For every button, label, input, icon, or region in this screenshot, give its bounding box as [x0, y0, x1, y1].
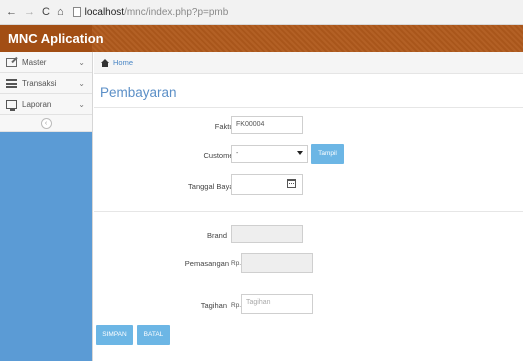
home-icon — [100, 58, 110, 67]
brand-input[interactable] — [231, 225, 303, 243]
chevron-down-icon: ⌄ — [78, 79, 85, 88]
page-icon — [72, 7, 81, 17]
pemasangan-input[interactable] — [241, 253, 313, 273]
batal-button[interactable]: BATAL — [137, 325, 170, 345]
sidebar-item-label: Master — [22, 57, 47, 67]
list-icon — [6, 78, 17, 88]
pemasangan-currency-prefix: Rp. — [231, 260, 242, 267]
app-header: MNC Aplication — [0, 25, 523, 52]
breadcrumb: Home — [94, 52, 523, 74]
chevron-down-icon: ⌄ — [78, 100, 85, 109]
calendar-icon[interactable] — [287, 179, 296, 188]
brand-label: Brand — [206, 231, 227, 240]
back-arrow-icon[interactable]: ← — [6, 6, 17, 18]
sidebar-item-label: Laporan — [22, 99, 52, 109]
sidebar-item-laporan[interactable]: Laporan ⌄ — [0, 94, 92, 115]
pemasangan-label: Pemasangan — [184, 259, 229, 268]
tanggal-bayar-input[interactable] — [231, 174, 303, 195]
url-host: localhost — [84, 6, 125, 18]
forward-arrow-icon[interactable]: → — [24, 6, 35, 18]
address-bar[interactable]: localhost/mnc/index.php?p=pmb — [72, 6, 229, 18]
home-browser-icon[interactable]: ⌂ — [57, 6, 64, 18]
sidebar-menu: Master ⌄ Transaksi ⌄ Laporan ⌄ ‹ — [0, 52, 92, 132]
dropdown-caret-icon — [297, 151, 303, 155]
faktur-input[interactable]: FK00004 — [231, 116, 303, 134]
tanggal-bayar-label: Tanggal Bayar — [188, 182, 236, 191]
tagihan-label: Tagihan — [200, 301, 227, 310]
edit-icon — [6, 57, 17, 67]
faktur-label: Faktur — [214, 122, 236, 131]
sidebar: Master ⌄ Transaksi ⌄ Laporan ⌄ ‹ — [0, 52, 93, 361]
breadcrumb-home[interactable]: Home — [113, 58, 133, 67]
title-divider — [94, 107, 523, 108]
customer-selected-value: - — [236, 150, 239, 157]
tagihan-input[interactable]: Tagihan — [241, 294, 313, 314]
tagihan-placeholder: Tagihan — [246, 299, 271, 306]
tampil-button[interactable]: Tampil — [311, 144, 344, 164]
sidebar-item-transaksi[interactable]: Transaksi ⌄ — [0, 73, 92, 94]
url-path: /mnc/index.php?p=pmb — [124, 6, 229, 18]
section-divider — [94, 211, 523, 212]
sidebar-item-label: Transaksi — [22, 78, 57, 88]
chevron-down-icon: ⌄ — [78, 58, 85, 67]
page-title: Pembayaran — [100, 85, 177, 100]
reload-icon[interactable]: C — [42, 6, 50, 18]
monitor-icon — [6, 99, 17, 111]
main-content: Home Pembayaran Faktur FK00004 Customer … — [94, 52, 523, 361]
collapse-sidebar-icon[interactable]: ‹ — [40, 117, 52, 129]
sidebar-collapse-row: ‹ — [0, 115, 92, 132]
customer-label: Customer — [203, 151, 236, 160]
simpan-button[interactable]: SIMPAN — [96, 325, 133, 345]
tagihan-currency-prefix: Rp. — [231, 302, 242, 309]
browser-toolbar: ← → C ⌂ localhost/mnc/index.php?p=pmb — [0, 0, 523, 25]
customer-select[interactable]: - — [231, 145, 308, 163]
sidebar-item-master[interactable]: Master ⌄ — [0, 52, 92, 73]
app-title[interactable]: MNC Aplication — [0, 25, 104, 52]
